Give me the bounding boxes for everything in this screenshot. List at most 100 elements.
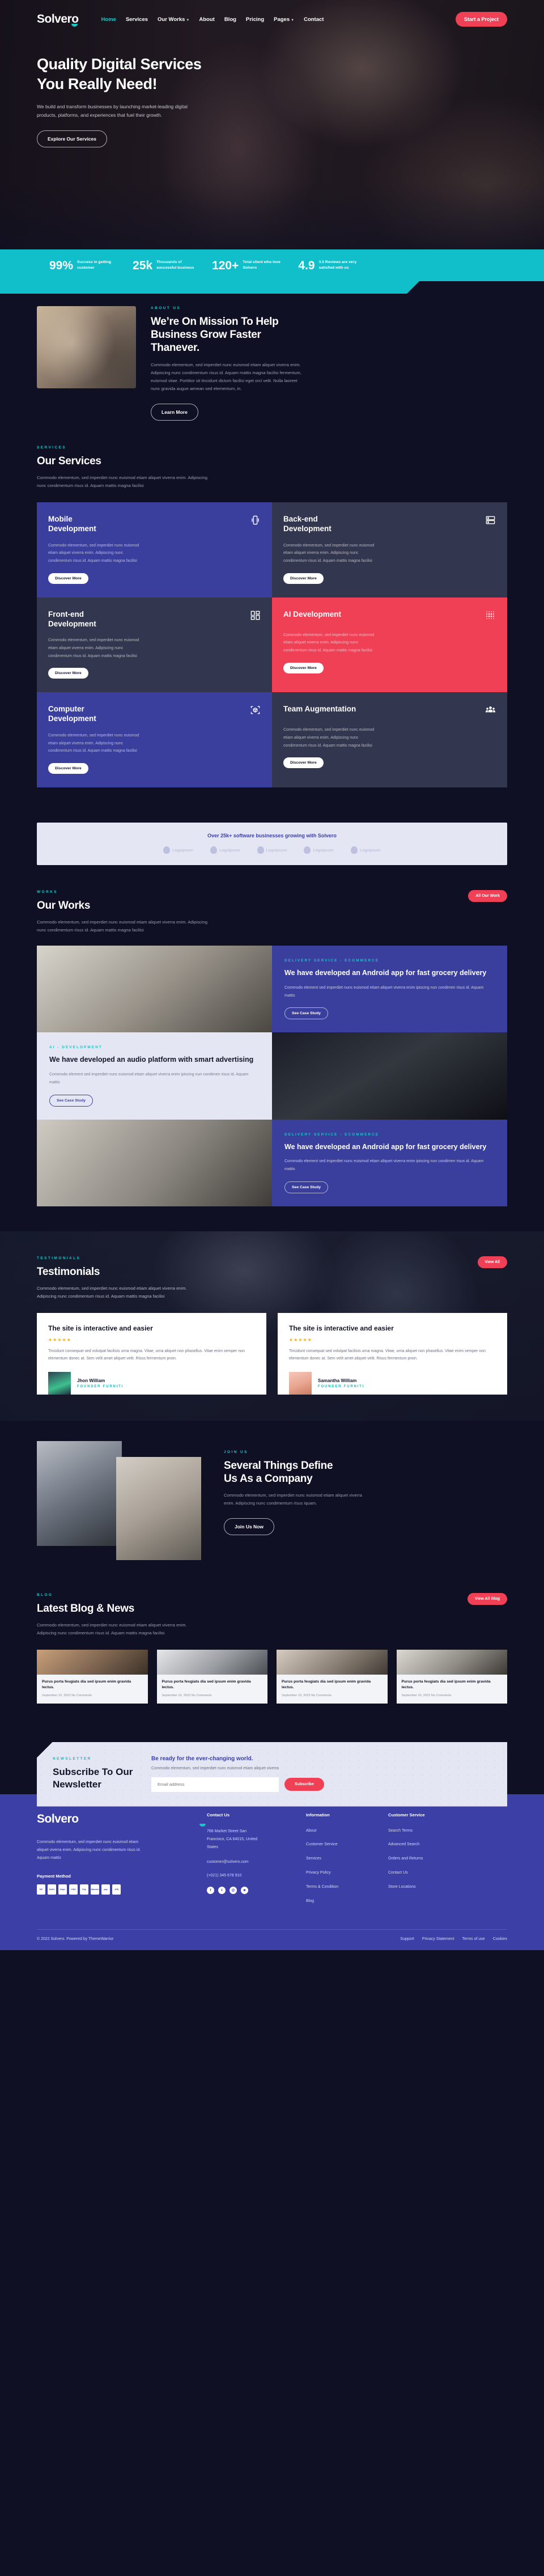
service-card-mobile-development[interactable]: Mobile Development Commodo elementum, se…	[37, 502, 272, 598]
view-all-blog-button[interactable]: View All Blog	[468, 1592, 507, 1605]
nav-item-contact[interactable]: Contact	[304, 16, 324, 23]
view-all-testimonials-button[interactable]: View All	[477, 1256, 507, 1268]
footer-brand-column: Solvero Commodo elementum, sed imperdiet…	[37, 1812, 207, 1913]
explore-our-services-button[interactable]: Explore Our Services	[37, 130, 107, 147]
youtube-icon[interactable]: ■	[241, 1887, 248, 1895]
blog-image	[277, 1650, 388, 1675]
footer-link-services[interactable]: Services	[306, 1855, 388, 1863]
nav-item-about[interactable]: About	[199, 16, 214, 23]
stat-item: 120+ Total client who love Solvero	[212, 260, 283, 272]
footer-link-privacy-policy[interactable]: Privacy Policy	[306, 1870, 388, 1877]
blog-section: BLOG Latest Blog & News Commodo elementu…	[0, 1583, 544, 1728]
nav-item-services[interactable]: Services	[126, 16, 148, 23]
service-card-computer-development[interactable]: Computer Development Commodo elementum, …	[37, 692, 272, 787]
discover-more-button[interactable]: Discover More	[283, 662, 324, 673]
discover-more-button[interactable]: Discover More	[283, 757, 324, 769]
see-case-study-button[interactable]: See Case Study	[284, 1181, 328, 1193]
nav-item-our-works[interactable]: Our Works ▼	[158, 16, 189, 23]
discover-more-button[interactable]: Discover More	[283, 573, 324, 584]
all-our-work-button[interactable]: All Our Work	[468, 889, 507, 902]
stat-label: Success in getting customer	[77, 260, 112, 270]
discover-more-button[interactable]: Discover More	[48, 573, 88, 584]
join-us-now-button[interactable]: Join Us Now	[224, 1518, 275, 1536]
subscribe-button[interactable]: Subscribe	[284, 1778, 324, 1791]
footer-link-privacy-statement[interactable]: Privacy Statement	[422, 1937, 454, 1941]
footer-address: 768 Market Street San Francisco, CA 6401…	[207, 1829, 258, 1849]
payment-icon-visa: VISA	[69, 1884, 78, 1895]
see-case-study-button[interactable]: See Case Study	[284, 1007, 328, 1020]
service-desc: Commodo elementum, sed imperdiet nunc eu…	[48, 543, 139, 563]
service-title: Computer Development	[48, 705, 96, 723]
footer-link-terms-of-use[interactable]: Terms of use	[462, 1937, 485, 1941]
nav-item-pricing[interactable]: Pricing	[246, 16, 264, 23]
service-card-ai-development[interactable]: AI Development Commodo elementum, sed im…	[272, 597, 507, 693]
footer-link-store-locations[interactable]: Store Locations	[388, 1884, 470, 1891]
services-header: SERVICES Our Services Commodo elementum,…	[37, 446, 507, 490]
blog-image	[37, 1650, 148, 1675]
nav-item-pages[interactable]: Pages ▼	[274, 16, 294, 23]
service-title: Front-end Development	[48, 609, 96, 628]
service-card-team-augmentation[interactable]: Team Augmentation Commodo elementum, sed…	[272, 692, 507, 787]
about-title: We’re On Mission To Help Business Grow F…	[151, 316, 279, 354]
learn-more-button[interactable]: Learn More	[151, 403, 198, 421]
footer-link-customer-service[interactable]: Customer Service	[306, 1841, 388, 1849]
work-card-grocery-delivery[interactable]: DELIVERY SERVICE - ECOMMERCE We have dev…	[272, 946, 507, 1033]
work-card-audio-platform[interactable]: AI - DEVELOPMENT We have developed an au…	[37, 1032, 272, 1120]
footer-link-contact-us[interactable]: Contact Us	[388, 1870, 470, 1877]
payment-icon-googlepay: pay	[101, 1884, 110, 1895]
partner-logo: Logoipsum	[351, 846, 381, 854]
about-body: Commodo elementum, sed imperdiet nunc eu…	[151, 362, 301, 391]
nav-item-home[interactable]: Home	[101, 16, 116, 23]
footer-information-column: Information About Customer Service Servi…	[306, 1812, 388, 1913]
blog-card[interactable]: Purus porta feugiats dia sed ipsum enim …	[156, 1650, 267, 1704]
start-a-project-button[interactable]: Start a Project	[455, 12, 507, 27]
blog-post-meta: September 10, 2022 No Comments	[401, 1693, 452, 1697]
footer-phone[interactable]: (+021) 345 678 910	[207, 1872, 306, 1880]
works-lead: Commodo elementum, sed imperdiet nunc eu…	[37, 920, 207, 933]
footer-link-orders-returns[interactable]: Orders and Returns	[388, 1855, 470, 1863]
blog-card[interactable]: Purus porta feugiats dia sed ipsum enim …	[277, 1650, 388, 1704]
stats-bar: 99% Success in getting customer 25k Thou…	[0, 249, 544, 281]
blog-grid: Purus porta feugiats dia sed ipsum enim …	[37, 1650, 507, 1704]
footer-link-blog[interactable]: Blog	[306, 1898, 388, 1905]
discover-more-button[interactable]: Discover More	[48, 668, 88, 679]
footer-link-cookies[interactable]: Cookies	[493, 1937, 507, 1941]
twitter-icon[interactable]: t	[218, 1887, 226, 1895]
footer-bottom-bar: © 2022 Solvero. Powered by ThemeWarrior …	[37, 1929, 507, 1950]
brand-logo[interactable]: Solvero	[37, 12, 79, 27]
layout-icon	[250, 610, 261, 624]
nav-item-blog[interactable]: Blog	[224, 16, 236, 23]
footer-email[interactable]: customer@solvero.com	[207, 1859, 306, 1866]
blog-post-title: Purus porta feugiats dia sed ipsum enim …	[42, 1680, 131, 1690]
service-title: Team Augmentation	[283, 705, 356, 714]
service-card-frontend-development[interactable]: Front-end Development Commodo elementum,…	[37, 597, 272, 693]
blog-card[interactable]: Purus porta feugiats dia sed ipsum enim …	[396, 1650, 507, 1704]
work-eyebrow: AI - DEVELOPMENT	[49, 1045, 103, 1050]
testimonials-lead: Commodo elementum, sed imperdiet nunc eu…	[37, 1285, 187, 1299]
footer-link-support[interactable]: Support	[400, 1937, 414, 1941]
service-desc: Commodo elementum, sed imperdiet nunc eu…	[283, 543, 375, 563]
newsletter-left: NEWSLETTER Subscribe To Our Newsletter	[53, 1757, 138, 1790]
blog-card[interactable]: Purus porta feugiats dia sed ipsum enim …	[37, 1650, 148, 1704]
service-card-backend-development[interactable]: Back-end Development Commodo elementum, …	[272, 502, 507, 598]
testimonial-title: The site is interactive and easier	[48, 1324, 153, 1332]
facebook-icon[interactable]: f	[207, 1887, 214, 1895]
server-icon	[485, 515, 496, 528]
footer-link-search-terms[interactable]: Search Terms	[388, 1828, 470, 1835]
ai-dots-icon	[485, 610, 496, 624]
stat-label: Total client who love Solvero	[243, 260, 280, 270]
footer-link-advanced-search[interactable]: Advanced Search	[388, 1841, 470, 1849]
newsletter-headline: Be ready for the ever-changing world.	[151, 1755, 253, 1762]
footer-logo[interactable]: Solvero	[37, 1812, 207, 1827]
see-case-study-button[interactable]: See Case Study	[49, 1094, 93, 1107]
email-input[interactable]	[151, 1777, 279, 1792]
testimonials-title: Testimonials	[37, 1265, 100, 1278]
logo-smile-icon	[199, 1823, 206, 1827]
footer-link-terms-condition[interactable]: Terms & Condition	[306, 1884, 388, 1891]
discover-more-button[interactable]: Discover More	[48, 762, 88, 774]
instagram-icon[interactable]: @	[230, 1887, 237, 1895]
work-card-grocery-delivery-2[interactable]: DELIVERY SERVICE - ECOMMERCE We have dev…	[272, 1119, 507, 1206]
newsletter-section: NEWSLETTER Subscribe To Our Newsletter B…	[0, 1728, 544, 1807]
footer-link-about[interactable]: About	[306, 1828, 388, 1835]
newsletter-card: NEWSLETTER Subscribe To Our Newsletter B…	[37, 1742, 507, 1807]
